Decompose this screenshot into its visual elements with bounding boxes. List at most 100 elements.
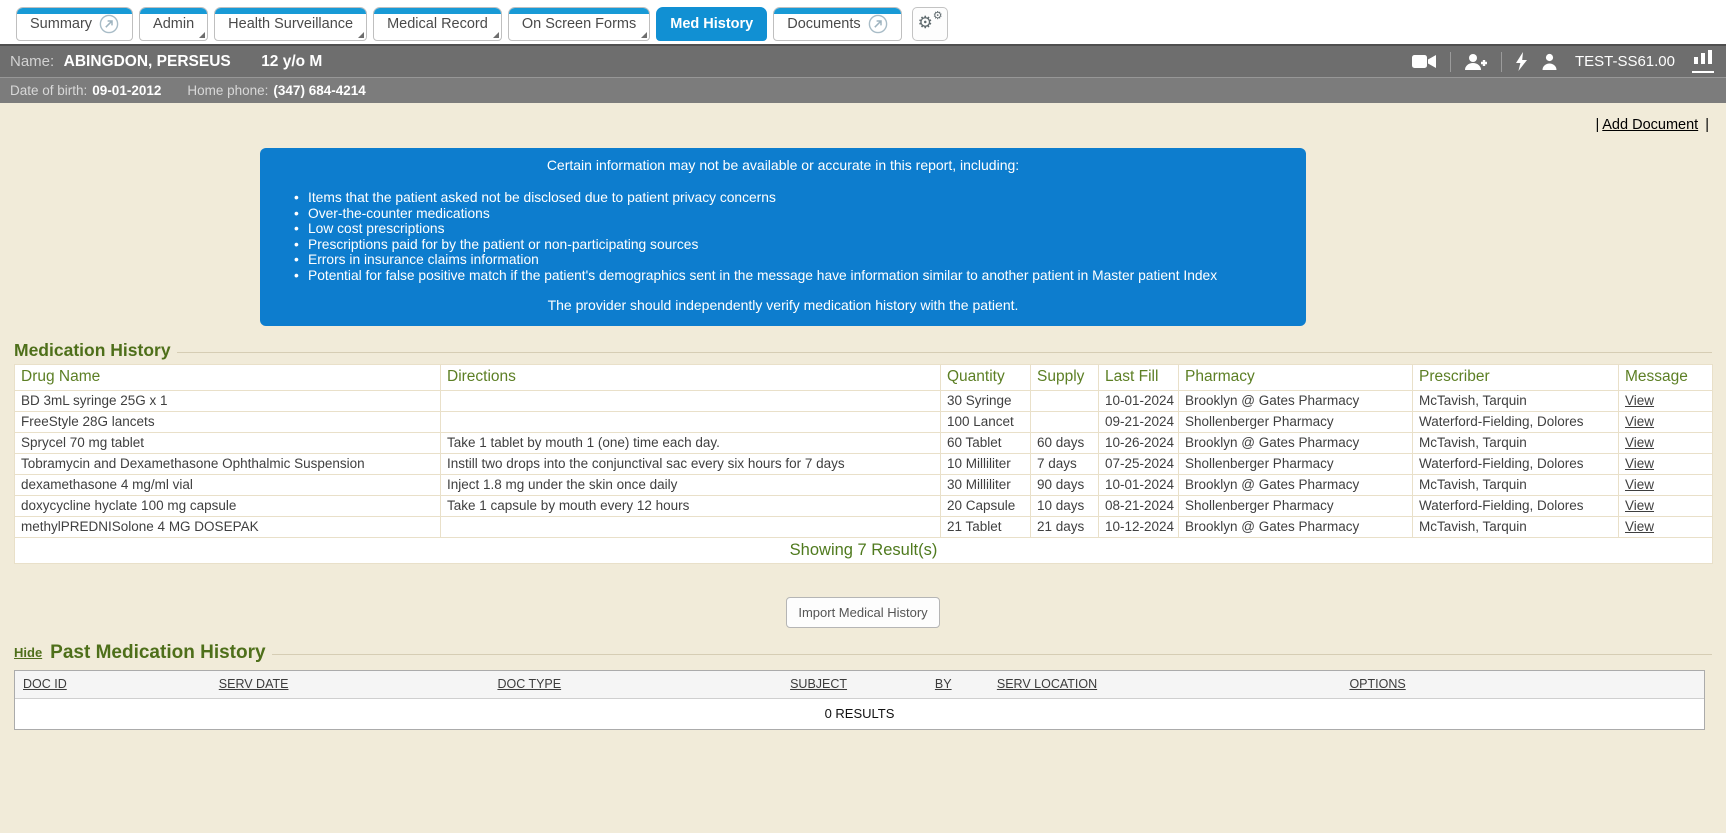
divider: [1501, 52, 1502, 72]
view-message-link[interactable]: View: [1625, 414, 1654, 429]
external-link-icon[interactable]: [868, 14, 888, 34]
heading-rule: [272, 654, 1712, 655]
tab-health-surveillance[interactable]: Health Surveillance: [214, 7, 367, 41]
cell-message: View: [1619, 453, 1713, 474]
cell-quantity: 21 Tablet: [941, 516, 1031, 537]
column-header-drug-name: Drug Name: [15, 364, 441, 390]
cell-quantity: 60 Tablet: [941, 432, 1031, 453]
past-column-link-doc-type[interactable]: DOC TYPE: [497, 677, 561, 691]
notice-bullet: Errors in insurance claims information: [278, 252, 1288, 268]
cell-drug: methylPREDNISolone 4 MG DOSEPAK: [15, 516, 441, 537]
cell-quantity: 20 Capsule: [941, 495, 1031, 516]
column-header-last-fill: Last Fill: [1099, 364, 1179, 390]
cell-prescriber: McTavish, Tarquin: [1413, 516, 1619, 537]
view-message-link[interactable]: View: [1625, 393, 1654, 408]
view-message-link[interactable]: View: [1625, 435, 1654, 450]
past-column-link-serv-date[interactable]: SERV DATE: [219, 677, 289, 691]
video-camera-icon[interactable]: [1412, 53, 1437, 70]
dob-label: Date of birth:: [10, 83, 87, 98]
past-column-by: BY: [927, 675, 989, 693]
patient-name-value: ABINGDON, PERSEUS: [64, 53, 231, 70]
external-link-icon[interactable]: [99, 14, 119, 34]
column-header-supply: Supply: [1031, 364, 1099, 390]
cell-quantity: 30 Milliliter: [941, 474, 1031, 495]
hide-link[interactable]: Hide: [14, 645, 42, 660]
medication-row: methylPREDNISolone 4 MG DOSEPAK 21 Tablet…: [15, 516, 1713, 537]
cell-supply: 10 days: [1031, 495, 1099, 516]
column-header-prescriber: Prescriber: [1413, 364, 1619, 390]
tab-medical-record[interactable]: Medical Record: [373, 7, 502, 41]
patient-age-sex: 12 y/o M: [261, 53, 322, 70]
cell-prescriber: McTavish, Tarquin: [1413, 474, 1619, 495]
notice-bullet: Items that the patient asked not be disc…: [278, 190, 1288, 206]
tab-admin[interactable]: Admin: [139, 7, 208, 41]
past-column-link-subject[interactable]: SUBJECT: [790, 677, 847, 691]
cell-last-fill: 09-21-2024: [1099, 411, 1179, 432]
cell-prescriber: McTavish, Tarquin: [1413, 390, 1619, 411]
view-message-link[interactable]: View: [1625, 498, 1654, 513]
cell-message: View: [1619, 495, 1713, 516]
cell-message: View: [1619, 390, 1713, 411]
view-message-link[interactable]: View: [1625, 519, 1654, 534]
lightning-icon[interactable]: [1515, 52, 1528, 71]
medication-row: Sprycel 70 mg tabletTake 1 tablet by mou…: [15, 432, 1713, 453]
cell-pharmacy: Shollenberger Pharmacy: [1179, 411, 1413, 432]
past-column-subject: SUBJECT: [782, 675, 927, 693]
tab-on-screen-forms[interactable]: On Screen Forms: [508, 7, 650, 41]
import-medical-history-button[interactable]: Import Medical History: [786, 597, 939, 628]
column-header-message: Message: [1619, 364, 1713, 390]
add-person-icon[interactable]: [1464, 53, 1488, 71]
past-medication-history-heading: Past Medication History: [50, 642, 265, 664]
tab-label: Health Surveillance: [228, 16, 353, 32]
tab-label: Documents: [787, 16, 860, 32]
past-column-doc-type: DOC TYPE: [489, 675, 782, 693]
medication-row: Tobramycin and Dexamethasone Ophthalmic …: [15, 453, 1713, 474]
cell-directions: Instill two drops into the conjunctival …: [441, 453, 941, 474]
gear-icon: ⚙: [918, 14, 933, 31]
add-document-link[interactable]: Add Document: [1602, 117, 1698, 133]
cell-pharmacy: Brooklyn @ Gates Pharmacy: [1179, 474, 1413, 495]
tab-label: On Screen Forms: [522, 16, 636, 32]
cell-pharmacy: Brooklyn @ Gates Pharmacy: [1179, 390, 1413, 411]
cell-drug: Tobramycin and Dexamethasone Ophthalmic …: [15, 453, 441, 474]
past-column-serv-date: SERV DATE: [211, 675, 490, 693]
cell-prescriber: Waterford-Fielding, Dolores: [1413, 495, 1619, 516]
cell-directions: [441, 390, 941, 411]
past-column-link-options[interactable]: OPTIONS: [1349, 677, 1405, 691]
gear-small-icon: ⚙: [933, 11, 943, 22]
cell-drug: doxycycline hyclate 100 mg capsule: [15, 495, 441, 516]
person-icon[interactable]: [1541, 53, 1558, 70]
tab-med-history[interactable]: Med History: [656, 7, 767, 41]
view-message-link[interactable]: View: [1625, 456, 1654, 471]
banner-actions: TEST-SS61.00: [1412, 50, 1714, 73]
tab-label: Summary: [30, 16, 92, 32]
column-header-directions: Directions: [441, 364, 941, 390]
medication-row: FreeStyle 28G lancets100 Lancet09-21-202…: [15, 411, 1713, 432]
past-column-link-doc-id[interactable]: DOC ID: [23, 677, 67, 691]
notice-footer: The provider should independently verify…: [278, 297, 1288, 313]
settings-gear-button[interactable]: ⚙ ⚙: [912, 7, 948, 41]
tab-bar: Summary Admin Health Surveillance Medical …: [0, 0, 1726, 44]
dob-value: 09-01-2012: [92, 83, 161, 98]
cell-message: View: [1619, 516, 1713, 537]
notice-title: Certain information may not be available…: [278, 157, 1288, 173]
bar-chart-icon[interactable]: [1692, 50, 1714, 73]
results-count: Showing 7 Result(s): [15, 537, 1713, 563]
cell-pharmacy: Brooklyn @ Gates Pharmacy: [1179, 516, 1413, 537]
tab-documents[interactable]: Documents: [773, 7, 901, 41]
cell-drug: FreeStyle 28G lancets: [15, 411, 441, 432]
cell-message: View: [1619, 432, 1713, 453]
past-column-link-by[interactable]: BY: [935, 677, 952, 691]
cell-last-fill: 10-26-2024: [1099, 432, 1179, 453]
past-column-link-serv-location[interactable]: SERV LOCATION: [997, 677, 1097, 691]
tab-summary[interactable]: Summary: [16, 7, 133, 41]
divider: [1450, 52, 1451, 72]
cell-message: View: [1619, 411, 1713, 432]
cell-last-fill: 07-25-2024: [1099, 453, 1179, 474]
cell-prescriber: Waterford-Fielding, Dolores: [1413, 453, 1619, 474]
cell-supply: 21 days: [1031, 516, 1099, 537]
cell-pharmacy: Shollenberger Pharmacy: [1179, 453, 1413, 474]
view-message-link[interactable]: View: [1625, 477, 1654, 492]
column-header-quantity: Quantity: [941, 364, 1031, 390]
app-window: Summary Admin Health Surveillance Medical …: [0, 0, 1726, 833]
